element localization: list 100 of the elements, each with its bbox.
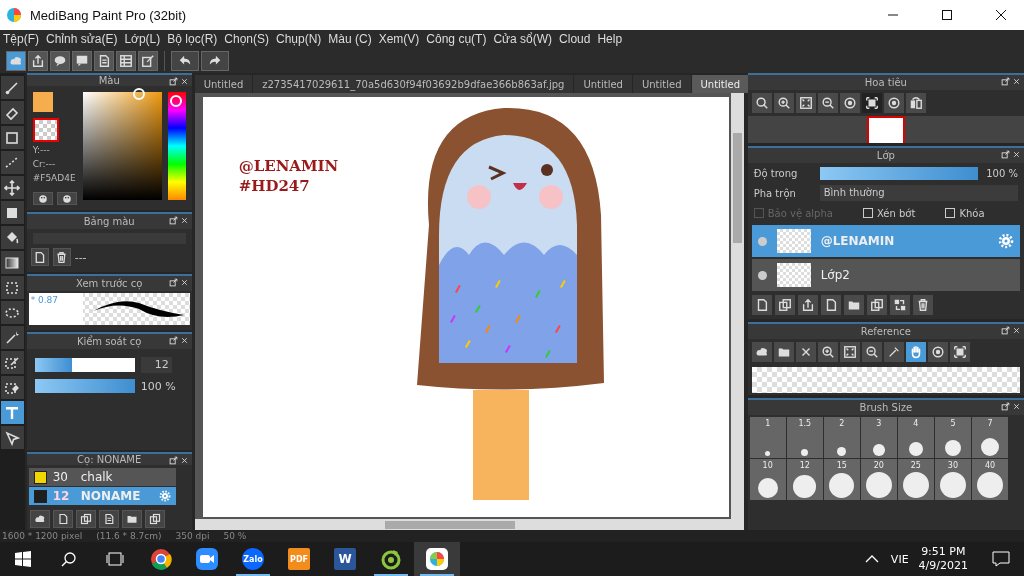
visibility-toggle[interactable]	[757, 270, 767, 280]
navigator-button[interactable]	[795, 93, 816, 113]
reference-button[interactable]	[751, 342, 772, 362]
delete-button[interactable]	[52, 248, 71, 266]
brush-tool-button[interactable]	[121, 510, 142, 528]
tool-button[interactable]	[0, 251, 24, 274]
reference-button[interactable]	[949, 342, 970, 362]
menu-item[interactable]: Lớp(L)	[121, 32, 165, 46]
tool-button[interactable]	[0, 326, 24, 349]
reference-button[interactable]	[839, 342, 860, 362]
document-tab[interactable]: Untitled	[194, 75, 253, 93]
navigator-button[interactable]	[883, 93, 904, 113]
transparent-color-swatch[interactable]	[32, 118, 59, 142]
main-color-swatch[interactable]	[32, 92, 53, 112]
navigator-button[interactable]	[905, 93, 926, 113]
brush-size-cell[interactable]: 40	[971, 459, 1008, 500]
brush-tool-button[interactable]	[52, 510, 73, 528]
brush-size-cell[interactable]: 3	[860, 417, 897, 458]
menu-item[interactable]: Cloud	[556, 32, 595, 46]
checkbox[interactable]: Khóa	[945, 207, 985, 219]
layer-tool-button[interactable]	[820, 295, 841, 315]
brush-tool-button[interactable]	[29, 510, 50, 528]
brush-size-cell[interactable]: 1.5	[786, 417, 823, 458]
hue-slider[interactable]	[168, 92, 186, 200]
chevron-up-icon[interactable]	[864, 554, 879, 564]
reference-button[interactable]	[883, 342, 904, 362]
menu-item[interactable]: Chọn(S)	[221, 32, 273, 46]
blend-mode-dropdown[interactable]: Bình thường	[819, 185, 1018, 201]
horizontal-scrollbar[interactable]	[194, 519, 731, 530]
navigator-button[interactable]	[751, 93, 772, 113]
language-indicator[interactable]: VIE	[890, 552, 909, 566]
visibility-toggle[interactable]	[757, 236, 767, 246]
brush-tool-button[interactable]	[144, 510, 165, 528]
reference-button[interactable]	[905, 342, 926, 362]
brush-size-cell[interactable]: 2	[823, 417, 860, 458]
checkbox[interactable]: Xén bớt	[862, 207, 916, 219]
menu-item[interactable]: Tệp(F)	[0, 32, 43, 46]
brush-tool-button[interactable]	[98, 510, 119, 528]
reference-button[interactable]	[795, 342, 816, 362]
palette-button[interactable]	[32, 192, 53, 205]
navigator-button[interactable]	[861, 93, 882, 113]
size-field[interactable]: 12	[140, 357, 172, 373]
document-tab[interactable]: Untitled	[574, 75, 632, 93]
reference-button[interactable]	[817, 342, 838, 362]
new-palette-button[interactable]	[30, 248, 49, 266]
brush-size-cell[interactable]: 1	[749, 417, 786, 458]
brush-size-cell[interactable]: 5	[934, 417, 971, 458]
taskbar-app[interactable]: W	[322, 542, 368, 576]
brush-tool-button[interactable]	[75, 510, 96, 528]
brush-size-cell[interactable]: 20	[860, 459, 897, 500]
menu-item[interactable]: Xem(V)	[375, 32, 424, 46]
menu-item[interactable]: Chỉnh sửa(E)	[43, 32, 122, 46]
picker-button[interactable]	[56, 192, 77, 205]
brush-size-cell[interactable]: 25	[897, 459, 934, 500]
menu-item[interactable]: Help	[594, 32, 627, 46]
tool-button[interactable]	[0, 376, 24, 399]
menu-item[interactable]: Cửa sổ(W)	[490, 32, 557, 46]
brush-size-cell[interactable]: 12	[786, 459, 823, 500]
tool-button[interactable]	[0, 201, 24, 224]
clock-date[interactable]: 4/9/2021	[918, 559, 968, 573]
layer-tool-button[interactable]	[774, 295, 795, 315]
tool-button[interactable]	[0, 76, 24, 99]
brush-size-cell[interactable]: 10	[749, 459, 786, 500]
layer-tool-button[interactable]	[797, 295, 818, 315]
brush-slider[interactable]	[34, 358, 135, 372]
reference-button[interactable]	[773, 342, 794, 362]
toolbar-button[interactable]	[171, 50, 199, 71]
tool-button[interactable]	[0, 426, 24, 449]
tool-button[interactable]	[0, 401, 24, 424]
layer-tool-button[interactable]	[866, 295, 887, 315]
canvas-thumbnail[interactable]	[866, 116, 905, 143]
brush-size-cell[interactable]: 15	[823, 459, 860, 500]
toolbar-button[interactable]	[28, 50, 48, 71]
brush-slider[interactable]	[34, 379, 135, 393]
vertical-scrollbar[interactable]	[730, 93, 744, 530]
toolbar-button[interactable]	[72, 50, 92, 71]
toolbar-button[interactable]	[116, 50, 136, 71]
taskbar-app[interactable]	[414, 542, 460, 576]
menu-item[interactable]: Màu (C)	[325, 32, 376, 46]
layer-tool-button[interactable]	[889, 295, 910, 315]
tool-button[interactable]	[0, 176, 24, 199]
layer-tool-button[interactable]	[912, 295, 933, 315]
tool-button[interactable]	[0, 126, 24, 149]
tool-button[interactable]	[0, 226, 24, 249]
document-tab[interactable]: Untitled	[632, 75, 691, 93]
menu-item[interactable]: Chụp(N)	[273, 32, 326, 46]
toolbar-button[interactable]	[138, 50, 158, 71]
clock-time[interactable]: 9:51 PM	[918, 545, 968, 559]
layer-tool-button[interactable]	[751, 295, 772, 315]
menu-item[interactable]: Công cụ(T)	[423, 32, 491, 46]
brush-size-cell[interactable]: 7	[971, 417, 1008, 458]
canvas-page[interactable]: @LENAMIN #HD247	[202, 97, 729, 517]
document-tab[interactable]: z2735417029611_70a5d630f94f03692b9dfae366b863af.jpg	[253, 75, 574, 93]
navigator-button[interactable]	[817, 93, 838, 113]
reference-button[interactable]	[861, 342, 882, 362]
reference-button[interactable]	[927, 342, 948, 362]
layer-tool-button[interactable]	[843, 295, 864, 315]
toolbar-button[interactable]	[50, 50, 70, 71]
tool-button[interactable]	[0, 276, 24, 299]
menu-item[interactable]: Bộ lọc(R)	[164, 32, 222, 46]
